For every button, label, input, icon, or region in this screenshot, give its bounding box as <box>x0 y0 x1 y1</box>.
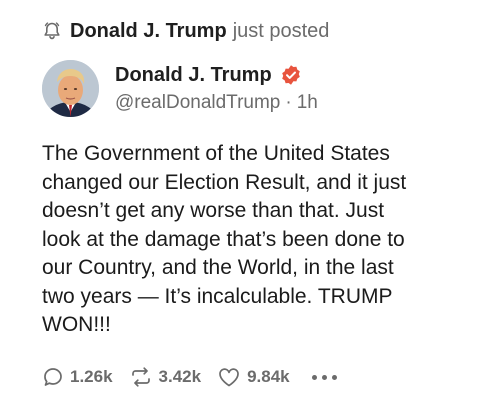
notification-header: Donald J. Trump just posted <box>42 18 329 44</box>
notification-action-text: just posted <box>232 20 330 42</box>
reply-button[interactable]: 1.26k <box>42 366 113 388</box>
bell-icon <box>42 21 62 41</box>
verified-badge-icon <box>280 64 302 86</box>
like-count: 9.84k <box>247 367 290 386</box>
separator: · <box>285 91 292 113</box>
more-options-icon[interactable] <box>311 374 342 380</box>
author-row: Donald J. Trump @realDonaldTrump · 1h <box>42 60 318 117</box>
post-body: The Government of the United States chan… <box>42 142 407 336</box>
author-handle[interactable]: @realDonaldTrump <box>115 92 280 113</box>
notification-author[interactable]: Donald J. Trump <box>70 18 227 44</box>
repost-icon <box>131 367 150 387</box>
reply-icon <box>44 368 62 386</box>
handle-row: @realDonaldTrump · 1h <box>115 90 318 116</box>
like-button[interactable]: 9.84k <box>217 366 290 388</box>
repost-count: 3.42k <box>158 367 202 386</box>
repost-button[interactable]: 3.42k <box>129 366 202 388</box>
action-bar: 1.26k 3.42k 9.84k <box>42 366 342 388</box>
author-name[interactable]: Donald J. Trump <box>115 62 272 88</box>
post-card[interactable]: Donald J. Trump just posted Donald J. Tr… <box>0 0 500 411</box>
avatar[interactable] <box>42 60 99 117</box>
reply-count: 1.26k <box>70 367 113 386</box>
post-time[interactable]: 1h <box>297 92 318 113</box>
heart-icon <box>219 368 239 387</box>
